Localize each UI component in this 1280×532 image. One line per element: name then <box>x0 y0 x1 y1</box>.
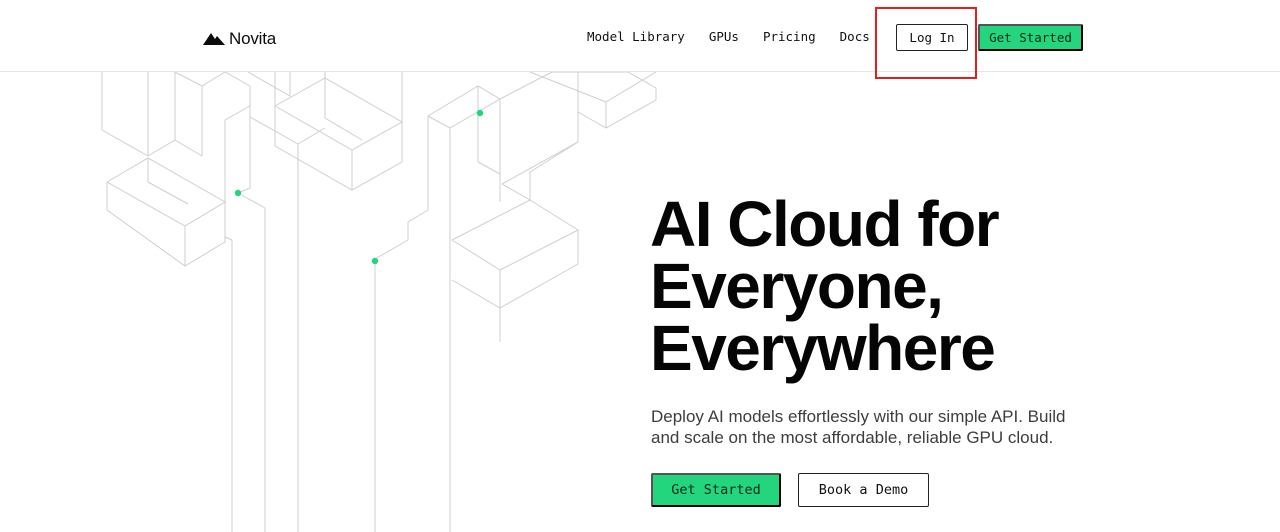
novita-logo-icon <box>203 33 225 45</box>
landing-page: Novita Model Library GPUs Pricing Docs L… <box>0 0 1280 532</box>
hero-get-started-button[interactable]: Get Started <box>651 473 781 507</box>
network-node-dot <box>234 189 242 197</box>
login-button[interactable]: Log In <box>896 24 968 51</box>
nav-model-library[interactable]: Model Library <box>587 29 685 44</box>
brand-logo-link[interactable]: Novita <box>203 27 276 51</box>
isometric-line-illustration <box>101 72 657 532</box>
hero-title-line-3: Everywhere <box>650 312 996 384</box>
network-node-dot <box>476 109 484 117</box>
hero-title: AI Cloud for Everyone, Everywhere <box>650 188 1210 384</box>
brand-name: Novita <box>229 29 276 48</box>
nav-gpus[interactable]: GPUs <box>709 29 739 44</box>
hero-subtitle: Deploy AI models effortlessly with our s… <box>651 407 1066 447</box>
book-demo-button[interactable]: Book a Demo <box>798 473 929 507</box>
hero-title-line-2: Everyone, <box>650 250 944 322</box>
nav-pricing[interactable]: Pricing <box>763 29 816 44</box>
nav-docs[interactable]: Docs <box>840 29 870 44</box>
main-nav: Model Library GPUs Pricing Docs <box>587 29 870 44</box>
header-get-started-button[interactable]: Get Started <box>978 24 1083 51</box>
site-header: Novita Model Library GPUs Pricing Docs L… <box>0 0 1280 79</box>
hero-title-line-1: AI Cloud for <box>650 188 1000 260</box>
network-node-dot <box>371 257 379 265</box>
